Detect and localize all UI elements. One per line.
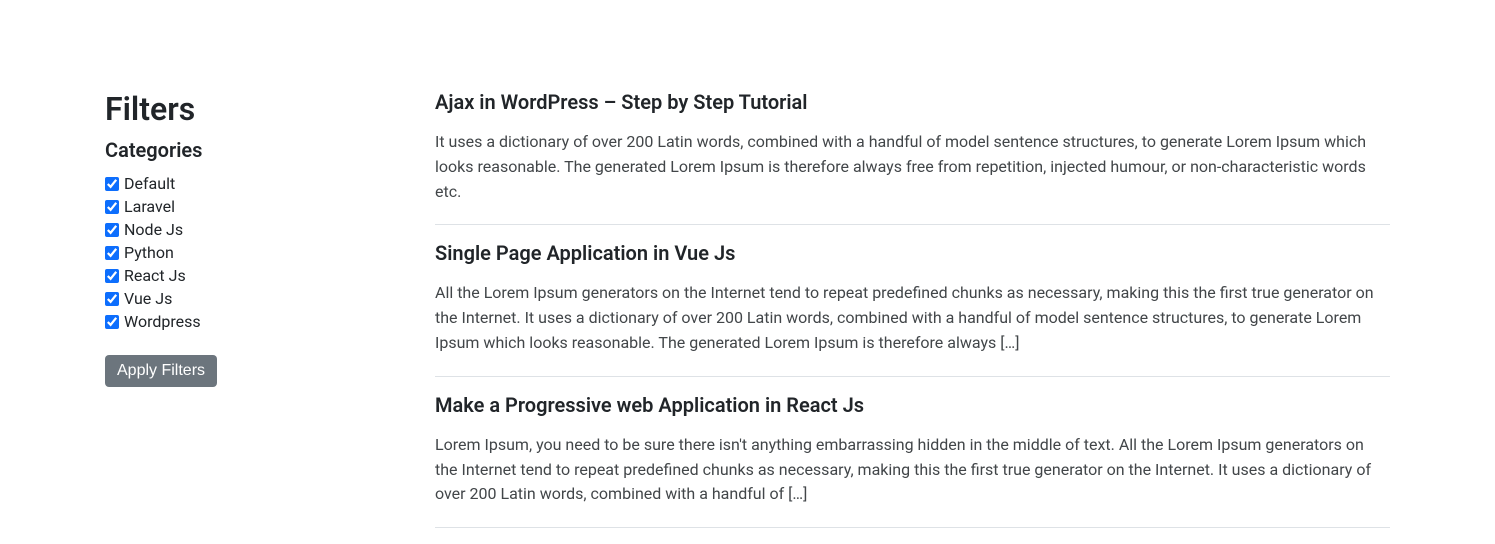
post-item: Make a Progressive web Application in Re…: [435, 393, 1390, 528]
filters-sidebar: Filters Categories Default Laravel Node …: [105, 90, 405, 544]
category-checkbox-reactjs[interactable]: [105, 269, 119, 283]
categories-title: Categories: [105, 138, 405, 162]
filters-title: Filters: [105, 90, 405, 128]
category-item: React Js: [105, 266, 405, 285]
category-checkbox-python[interactable]: [105, 246, 119, 260]
post-title[interactable]: Single Page Application in Vue Js: [435, 241, 1390, 265]
post-item: Ajax in WordPress – Step by Step Tutoria…: [435, 90, 1390, 225]
category-checkbox-laravel[interactable]: [105, 200, 119, 214]
category-label[interactable]: Laravel: [124, 197, 175, 216]
category-item: Node Js: [105, 220, 405, 239]
post-excerpt: All the Lorem Ipsum generators on the In…: [435, 281, 1390, 355]
category-checkbox-wordpress[interactable]: [105, 315, 119, 329]
category-checkbox-nodejs[interactable]: [105, 223, 119, 237]
category-label[interactable]: Node Js: [124, 220, 183, 239]
categories-list: Default Laravel Node Js Python React Js …: [105, 174, 405, 331]
posts-list: Ajax in WordPress – Step by Step Tutoria…: [435, 90, 1390, 544]
category-checkbox-vuejs[interactable]: [105, 292, 119, 306]
category-item: Wordpress: [105, 312, 405, 331]
category-checkbox-default[interactable]: [105, 177, 119, 191]
post-excerpt: Lorem Ipsum, you need to be sure there i…: [435, 433, 1390, 507]
post-item: Single Page Application in Vue Js All th…: [435, 241, 1390, 376]
category-item: Vue Js: [105, 289, 405, 308]
post-title[interactable]: Ajax in WordPress – Step by Step Tutoria…: [435, 90, 1390, 114]
category-label[interactable]: Wordpress: [124, 312, 201, 331]
category-item: Default: [105, 174, 405, 193]
category-label[interactable]: React Js: [124, 266, 186, 285]
category-label[interactable]: Vue Js: [124, 289, 172, 308]
category-label[interactable]: Python: [124, 243, 174, 262]
category-item: Laravel: [105, 197, 405, 216]
post-title[interactable]: Make a Progressive web Application in Re…: [435, 393, 1390, 417]
category-label[interactable]: Default: [124, 174, 175, 193]
category-item: Python: [105, 243, 405, 262]
post-excerpt: It uses a dictionary of over 200 Latin w…: [435, 130, 1390, 204]
apply-filters-button[interactable]: Apply Filters: [105, 355, 217, 387]
